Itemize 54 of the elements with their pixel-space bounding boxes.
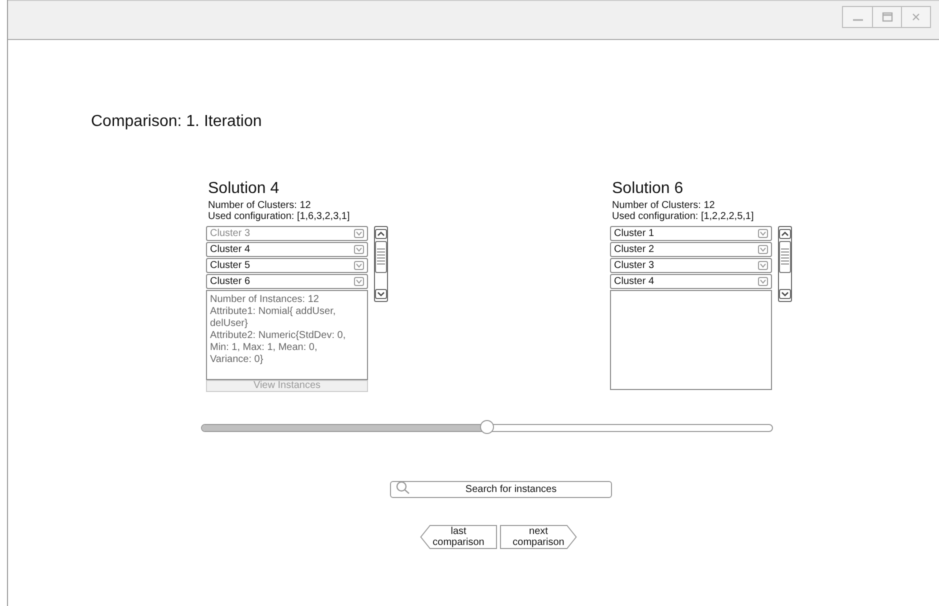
cluster-label: Cluster 4 (210, 244, 250, 255)
scroll-down-icon (779, 289, 791, 299)
cluster-label: Cluster 2 (614, 244, 654, 255)
cluster-dropdown[interactable]: Cluster 6 (206, 274, 368, 289)
scroll-down-icon (375, 289, 387, 299)
detail-text: Number of Instances: 12 (210, 294, 320, 306)
scroll-thumb[interactable] (375, 241, 387, 273)
back-button[interactable]: last comparison (420, 525, 497, 549)
chevron-down-icon (354, 245, 364, 254)
minimize-button[interactable] (843, 7, 872, 27)
cluster-label: Cluster 3 (210, 228, 250, 239)
cluster-dropdown[interactable]: Cluster 5 (206, 258, 368, 273)
close-button[interactable] (901, 7, 930, 27)
search-icon (396, 481, 410, 494)
chevron-down-icon (354, 229, 364, 238)
cluster-label: Cluster 5 (210, 260, 250, 271)
chevron-down-icon (758, 277, 768, 286)
configuration-text: Used configuration: [1,2,2,2,5,1] (612, 211, 755, 222)
chevron-down-icon (758, 229, 768, 238)
scrollbar[interactable] (374, 226, 388, 302)
cluster-label: Cluster 4 (614, 276, 654, 287)
maximize-button[interactable] (872, 7, 901, 27)
cluster-dropdown[interactable]: Cluster 4 (610, 274, 772, 289)
cluster-dropdown[interactable]: Cluster 1 (610, 226, 772, 241)
cluster-dropdown[interactable]: Cluster 2 (610, 242, 772, 257)
cluster-label: Cluster 1 (614, 228, 654, 239)
minimize-icon (852, 19, 862, 21)
search-field[interactable]: Search for instances (390, 481, 612, 498)
scroll-thumb[interactable] (779, 241, 791, 273)
chevron-down-icon (354, 261, 364, 270)
cluster-dropdown[interactable]: Cluster 3 (610, 258, 772, 273)
solution-title: Solution 4 (208, 180, 280, 198)
next-button[interactable]: next comparison (500, 525, 577, 549)
cluster-count: Number of Clusters: 12 (208, 200, 312, 211)
chevron-down-icon (758, 261, 768, 270)
grip-icon (781, 247, 789, 267)
cluster-label: Cluster 3 (614, 260, 654, 271)
scrollbar[interactable] (778, 226, 792, 302)
grip-icon (377, 247, 385, 267)
close-icon (911, 12, 921, 22)
page-heading: Comparison: 1. Iteration (91, 113, 262, 131)
detail-text: Attribute1: Nomial{ addUser, delUser} (210, 306, 337, 330)
scroll-up-icon (375, 229, 387, 239)
chevron-down-icon (758, 245, 768, 254)
chevron-down-icon (354, 277, 364, 286)
cluster-dropdown[interactable]: Cluster 4 (206, 242, 368, 257)
configuration-text: Used configuration: [1,6,3,2,3,1] (208, 211, 351, 222)
maximize-icon (882, 12, 892, 22)
cluster-label: Cluster 6 (210, 276, 250, 287)
slider-thumb[interactable] (480, 420, 494, 434)
cluster-count: Number of Clusters: 12 (612, 200, 716, 211)
detail-text: Attribute2: Numeric{StdDev: 0, Min: 1, Max: 1, Mean: 0, Variance: 0} (210, 330, 347, 366)
scroll-up-icon (779, 229, 791, 239)
solution-title: Solution 6 (612, 180, 684, 198)
